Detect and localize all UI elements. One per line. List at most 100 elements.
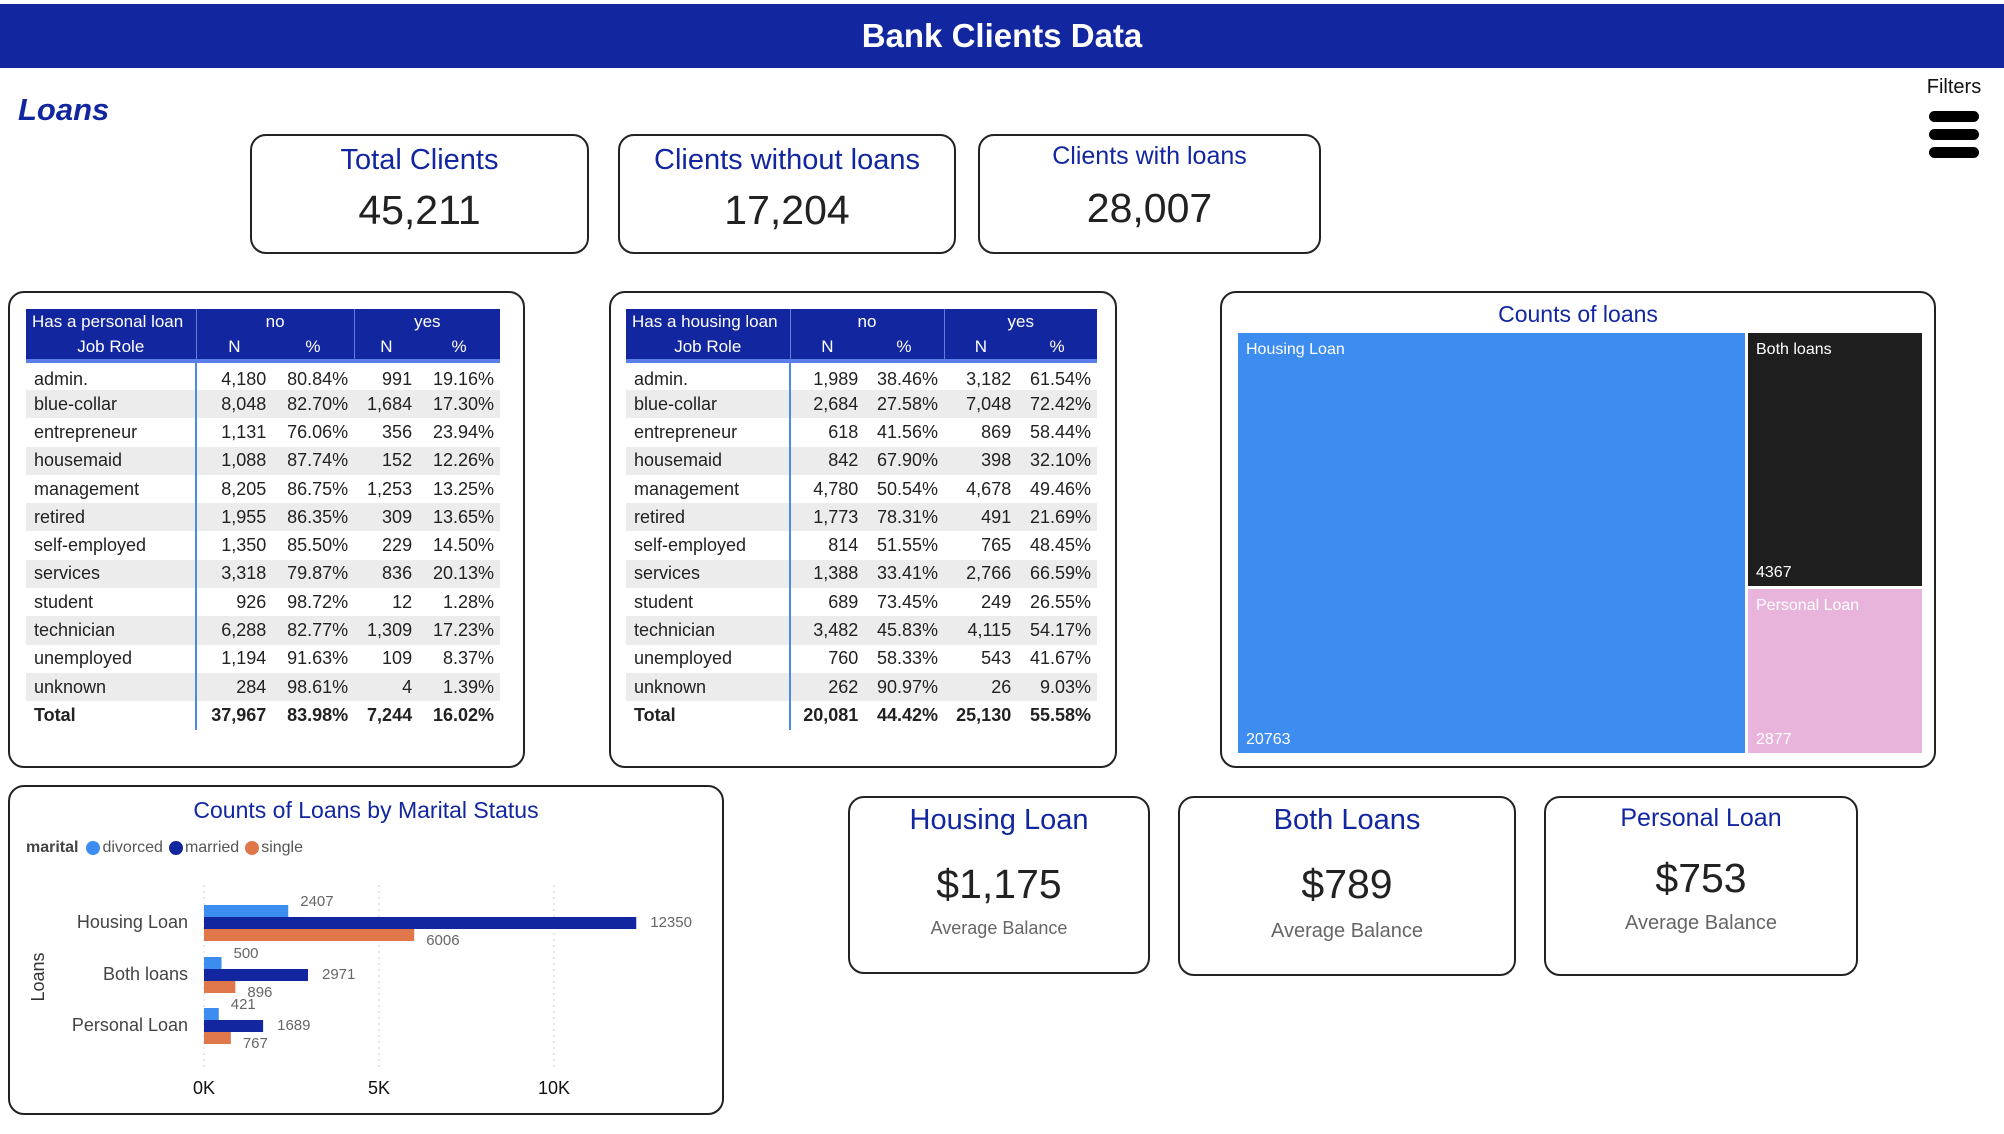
- table-row: technician 6,288 82.77% 1,309 17.23%: [26, 616, 500, 645]
- job-role-cell: services: [626, 559, 790, 589]
- value-cell: 9.03%: [1017, 672, 1097, 702]
- value-cell: 842: [788, 446, 865, 475]
- job-role-cell: self-employed: [634, 535, 747, 556]
- value-cell: 78.31%: [864, 503, 945, 532]
- table-row: technician 3,482 45.83% 4,115 54.17%: [626, 616, 1097, 645]
- value-cell: 2,766: [944, 559, 1018, 589]
- loans-by-marital-chart: Counts of Loans by Marital Status marita…: [8, 785, 724, 1115]
- value-cell: 1,131: [194, 418, 273, 447]
- table-row: unknown 284 98.61% 4 1.39%: [26, 672, 500, 702]
- table-row: student 926 98.72% 12 1.28%: [26, 588, 500, 617]
- value-cell: 152: [354, 446, 419, 475]
- total-label: Total: [626, 701, 790, 730]
- avg-card-housing-loan: Housing Loan $1,175 Average Balance: [848, 796, 1150, 974]
- job-role-cell: housemaid: [26, 446, 196, 475]
- value-cell: 3,482: [788, 616, 865, 645]
- table-row: retired 1,773 78.31% 491 21.69%: [626, 503, 1097, 532]
- value-cell: 1,388: [788, 559, 865, 589]
- bar-married[interactable]: [204, 917, 637, 929]
- avg-card-both-loans: Both Loans $789 Average Balance: [1178, 796, 1516, 976]
- value-cell: 356: [382, 421, 413, 442]
- value-cell: 98.72%: [287, 591, 349, 612]
- value-cell: 20.13%: [418, 559, 500, 589]
- hamburger-menu-icon[interactable]: [1929, 111, 1979, 158]
- treemap-cell-housing-loan[interactable]: Housing Loan 20763: [1238, 333, 1745, 753]
- kpi-total-clients: Total Clients 45,211: [250, 134, 589, 254]
- value-cell: 14.50%: [432, 535, 494, 556]
- job-role-cell: retired: [26, 503, 196, 532]
- table-row: housemaid 1,088 87.74% 152 12.26%: [26, 446, 500, 475]
- bar-divorced[interactable]: [204, 1008, 219, 1020]
- value-cell: 19.16%: [432, 369, 494, 389]
- treemap-cell-both-loans[interactable]: Both loans 4367: [1748, 333, 1922, 586]
- job-role-cell: blue-collar: [26, 390, 196, 419]
- value-cell: 1,350: [194, 531, 273, 560]
- value-cell: 58.33%: [876, 648, 939, 669]
- bar-married[interactable]: [204, 969, 308, 981]
- kpi-title: Total Clients: [340, 144, 499, 176]
- value-cell: 1,955: [194, 503, 273, 532]
- col-header-pct: %: [1017, 335, 1097, 363]
- bar-married[interactable]: [204, 1020, 264, 1032]
- x-tick-label: 0K: [193, 1078, 215, 1098]
- bar-value-label: 767: [243, 1035, 268, 1052]
- value-cell: 38.46%: [876, 369, 939, 389]
- value-cell: 51.55%: [876, 535, 939, 556]
- treemap-title: Counts of loans: [1498, 301, 1658, 327]
- value-cell: 26.55%: [1029, 591, 1091, 612]
- table-row: admin. 4,180 80.84% 991 19.16%: [26, 361, 500, 390]
- value-cell: 90.97%: [864, 672, 945, 702]
- treemap-cell-value: 2877: [1756, 731, 1792, 748]
- col-header-n: N: [195, 335, 273, 363]
- bar-divorced[interactable]: [204, 905, 289, 917]
- job-role-cell: unemployed: [34, 648, 133, 669]
- treemap-area: Housing Loan 20763 Both loans 4367 Personal …: [1238, 333, 1922, 753]
- value-cell: 249: [981, 591, 1012, 612]
- value-cell: 41.56%: [876, 421, 939, 442]
- table-row: blue-collar 8,048 82.70% 1,684 17.30%: [26, 390, 500, 419]
- bar-single[interactable]: [204, 929, 415, 941]
- personal-loan-table-card: Has a personal loan no yes Job Role N % …: [8, 291, 525, 768]
- value-cell: 1,989: [788, 361, 865, 390]
- col-header-n: N: [353, 335, 419, 363]
- treemap-cell-personal-loan[interactable]: Personal Loan 2877: [1748, 589, 1922, 753]
- table-row: management 4,780 50.54% 4,678 49.46%: [626, 474, 1097, 504]
- value-cell: 869: [981, 421, 1012, 442]
- table-row: retired 1,955 86.35% 309 13.65%: [26, 503, 500, 532]
- value-cell: 66.59%: [1017, 559, 1097, 589]
- table-total-row: Total 20,081 44.42% 25,130 55.58%: [626, 701, 1097, 730]
- value-cell: 1.28%: [442, 591, 494, 612]
- job-role-cell: unemployed: [634, 648, 733, 669]
- job-role-cell: student: [634, 591, 694, 612]
- total-value: 83.98%: [272, 701, 355, 730]
- treemap-cell-value: 20763: [1246, 731, 1291, 748]
- value-cell: 82.77%: [272, 616, 355, 645]
- bar-value-label: 1689: [277, 1017, 310, 1034]
- value-cell: 262: [788, 672, 865, 702]
- total-value: 44.42%: [864, 701, 945, 730]
- value-cell: 91.63%: [287, 648, 349, 669]
- avg-card-subtitle: Average Balance: [930, 918, 1068, 938]
- value-cell: 1,684: [354, 390, 419, 419]
- value-cell: 689: [788, 588, 865, 617]
- bar-single[interactable]: [204, 981, 236, 993]
- value-cell: 618: [788, 418, 865, 447]
- value-cell: 54.17%: [1017, 616, 1097, 645]
- bar-value-label: 6006: [426, 932, 459, 949]
- value-cell: 926: [194, 588, 273, 617]
- value-cell: 991: [382, 369, 413, 389]
- job-role-cell: blue-collar: [626, 390, 790, 419]
- x-tick-label: 5K: [368, 1078, 390, 1098]
- value-cell: 72.42%: [1017, 390, 1097, 419]
- value-cell: 33.41%: [864, 559, 945, 589]
- bar-divorced[interactable]: [204, 957, 222, 969]
- table-row: blue-collar 2,684 27.58% 7,048 72.42%: [626, 390, 1097, 419]
- table-row: self-employed 1,350 85.50% 229 14.50%: [26, 531, 500, 560]
- bar-single[interactable]: [204, 1032, 231, 1044]
- value-cell: 26: [944, 672, 1018, 702]
- avg-card-value: $789: [1301, 861, 1393, 907]
- filters-button[interactable]: Filters: [1918, 76, 1990, 165]
- table-row: self-employed 814 51.55% 765 48.45%: [626, 531, 1097, 560]
- value-cell: 4,780: [788, 474, 865, 504]
- job-role-cell: unknown: [626, 672, 790, 702]
